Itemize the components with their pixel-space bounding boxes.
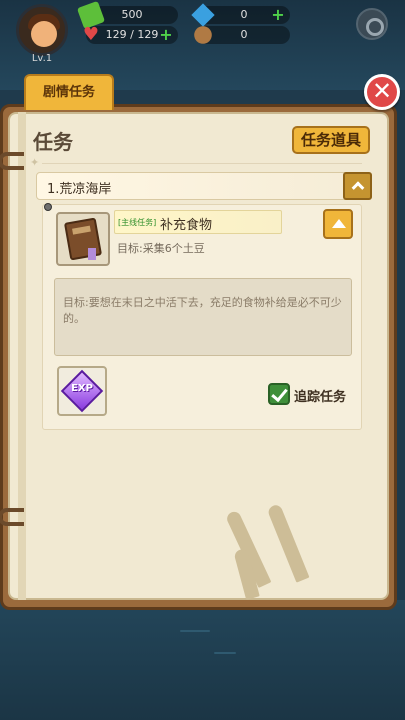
add-health-button[interactable]: + [158, 27, 174, 43]
page-fold [18, 112, 26, 600]
quest-description: 目标:要想在末日之中活下去，充足的食物补给是必不可少的。 [63, 296, 342, 325]
player-avatar[interactable] [16, 4, 68, 56]
quest-type-tag: [主线任务] [118, 218, 157, 227]
bottom-background [0, 600, 405, 720]
gear-icon[interactable] [356, 8, 388, 40]
chevron-up-icon [351, 181, 364, 195]
chapter-label: 1.荒凉海岸 [47, 182, 112, 197]
quest-items-button[interactable]: 任务道具 [292, 126, 370, 154]
cash-value: 500 [121, 8, 143, 21]
book-cover [63, 217, 103, 261]
chapter-header[interactable]: 1.荒凉海岸 [36, 172, 372, 200]
page-title: 任务 [33, 130, 73, 154]
book-ribbon [88, 248, 96, 260]
potato-value: 0 [240, 28, 248, 41]
water-ripple [180, 630, 210, 632]
close-icon[interactable]: ✕ [364, 74, 400, 110]
quest-description-box: 目标:要想在末日之中活下去，充足的食物补给是必不可少的。 [54, 278, 352, 356]
player-level: Lv.1 [31, 53, 53, 64]
add-gems-button[interactable]: + [270, 7, 286, 23]
binder-ring-icon [0, 152, 24, 170]
quest-book-icon [56, 212, 110, 266]
gem-bar: 0 + [191, 3, 290, 27]
quest-name: 补充食物 [160, 218, 213, 233]
pin-icon [44, 203, 52, 211]
quest-header[interactable]: [主线任务] 补充食物 [114, 210, 282, 234]
tab-story-quests[interactable]: 剧情任务 [24, 74, 114, 110]
chapter-collapse-button[interactable] [343, 172, 372, 200]
reward-slot[interactable]: EXP [57, 366, 107, 416]
reward-label: EXP [71, 383, 93, 394]
cash-bar: 500 [76, 0, 178, 30]
track-quest-checkbox[interactable] [268, 383, 290, 405]
triangle-up-icon [332, 219, 346, 228]
health-bar: ♥ 129 / 129 + [83, 24, 178, 45]
quest-collapse-button[interactable] [323, 209, 353, 239]
binder-ring-icon [0, 508, 24, 526]
track-quest-label[interactable]: 追踪任务 [294, 386, 346, 405]
avatar-face [31, 21, 57, 47]
star-ornament-icon: ✦ [30, 156, 40, 169]
water-ripple [214, 652, 236, 654]
potato-bar: 0 [194, 26, 290, 44]
quest-goal: 目标:采集6个土豆 [117, 242, 205, 255]
divider [42, 163, 362, 164]
